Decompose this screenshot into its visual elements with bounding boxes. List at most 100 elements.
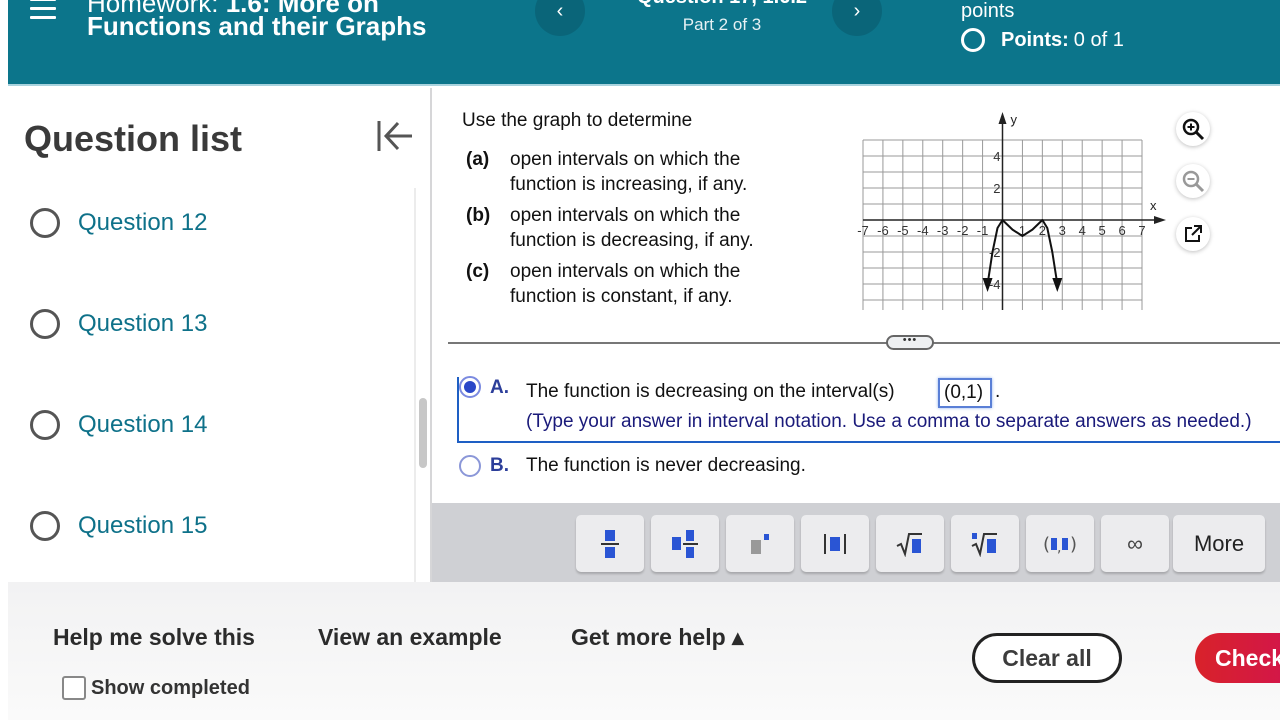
question-part-a: (a) open intervals on which the function… [466, 147, 810, 197]
choice-b-radio[interactable] [459, 455, 481, 477]
sidebar-scrollbar[interactable] [419, 398, 427, 468]
question-part-c: (c) open intervals on which the function… [466, 259, 810, 309]
x-tick-label: -4 [917, 223, 929, 238]
part-label: (b) [466, 205, 491, 226]
x-tick-label: 5 [1099, 223, 1106, 238]
question-part-b: (b) open intervals on which the function… [466, 203, 810, 253]
question-prompt: Use the graph to determine [462, 110, 693, 131]
y-tick-label: -6 [989, 309, 1001, 310]
check-answer-button[interactable]: Check answer [1195, 633, 1280, 683]
points-status: Points: 0 of 1 [961, 28, 1124, 52]
status-circle-icon [30, 309, 60, 339]
question-link[interactable]: Question 12 [78, 209, 207, 237]
previous-question-button[interactable]: ‹ [535, 0, 585, 36]
y-axis-arrow [998, 112, 1007, 124]
answer-hint: (Type your answer in interval notation. … [526, 411, 1252, 432]
x-tick-label: -1 [977, 223, 989, 238]
function-graph: xy-7-6-5-4-3-2-1123456742-2-4-6 [857, 112, 1166, 310]
y-tick-label: 4 [993, 149, 1000, 164]
x-tick-label: 7 [1138, 223, 1145, 238]
svg-text:,: , [1057, 540, 1061, 556]
choice-a-text: The function is decreasing on the interv… [526, 381, 895, 402]
choice-a-radio[interactable] [459, 376, 481, 398]
fraction-button[interactable] [576, 515, 644, 572]
choice-a-period: . [995, 381, 1001, 402]
sidebar-item-question-14[interactable]: Question 14 [30, 410, 207, 440]
math-toolbar: (,) ∞ More [432, 503, 1280, 582]
x-tick-label: 6 [1118, 223, 1125, 238]
x-tick-label: 4 [1079, 223, 1086, 238]
question-label: Question 17, 1.6.2 [602, 0, 842, 9]
infinity-button[interactable]: ∞ [1101, 515, 1169, 572]
expand-ellipsis-button[interactable]: ••• [886, 335, 934, 350]
view-example-link[interactable]: View an example [318, 624, 502, 651]
clear-all-button[interactable]: Clear all [972, 633, 1122, 683]
square-root-button[interactable] [876, 515, 944, 572]
zoom-in-button[interactable] [1176, 112, 1210, 146]
exponent-button[interactable] [726, 515, 794, 572]
question-link[interactable]: Question 13 [78, 310, 207, 338]
sidebar-item-question-15[interactable]: Question 15 [30, 511, 207, 541]
get-more-help-link[interactable]: Get more help ▴ [571, 624, 744, 651]
show-completed-label: Show completed [91, 676, 250, 699]
part-label: (a) [466, 149, 490, 170]
x-tick-label: -2 [957, 223, 969, 238]
absolute-value-icon [824, 533, 846, 554]
mixed-number-button[interactable] [651, 515, 719, 572]
points-value: 0 of 1 [1073, 28, 1124, 51]
status-circle-icon [30, 511, 60, 541]
x-tick-label: 3 [1059, 223, 1066, 238]
points-top-text: points [961, 0, 1015, 22]
chevron-left-icon: ‹ [556, 0, 564, 22]
y-tick-label: 2 [993, 181, 1000, 196]
sidebar-item-question-13[interactable]: Question 13 [30, 309, 207, 339]
sidebar-title: Question list [24, 118, 243, 159]
part-label: (c) [466, 261, 490, 282]
question-list-sidebar: Question list Question 12 Question 13 Qu… [0, 88, 430, 582]
interval-answer-input[interactable] [938, 378, 992, 408]
x-tick-label: -7 [857, 223, 869, 238]
nth-root-button[interactable] [951, 515, 1019, 572]
y-axis-label: y [1011, 112, 1018, 127]
section-divider [448, 342, 1280, 344]
points-label: Points: [1001, 28, 1069, 51]
zoom-out-icon [1182, 170, 1205, 193]
x-tick-label: -6 [877, 223, 889, 238]
part-label: Part 2 of 3 [682, 15, 762, 34]
mixed-number-icon [672, 529, 698, 558]
choice-a-letter: A. [490, 377, 509, 398]
question-link[interactable]: Question 14 [78, 411, 207, 439]
part-text: open intervals on which the function is … [510, 149, 748, 195]
zoom-out-button[interactable] [1176, 164, 1210, 198]
interval-button[interactable]: (,) [1026, 515, 1094, 572]
collapse-left-icon [377, 121, 412, 151]
choice-b-text[interactable]: The function is never decreasing. [526, 455, 806, 477]
status-circle-icon [30, 208, 60, 238]
show-completed-toggle[interactable]: Show completed [62, 676, 250, 700]
infinity-icon: ∞ [1127, 530, 1143, 556]
question-link[interactable]: Question 15 [78, 512, 207, 540]
interval-icon: (,) [1043, 534, 1077, 556]
exponent-icon [751, 533, 769, 554]
menu-icon[interactable] [30, 0, 56, 22]
part-text: open intervals on which the function is … [510, 205, 754, 251]
homework-title: Functions and their Graphs [87, 11, 427, 41]
external-link-icon [1185, 225, 1202, 242]
collapse-sidebar-button[interactable] [376, 119, 414, 153]
absolute-value-button[interactable] [801, 515, 869, 572]
radio-selected-dot [464, 381, 476, 393]
curve-arrow-right [1052, 278, 1063, 292]
x-tick-label: -5 [897, 223, 909, 238]
more-button[interactable]: More [1173, 515, 1265, 572]
show-completed-checkbox[interactable] [62, 676, 86, 700]
chevron-right-icon: › [853, 0, 861, 22]
nth-root-icon [971, 532, 997, 557]
choice-b-letter: B. [490, 455, 509, 476]
sidebar-item-question-12[interactable]: Question 12 [30, 208, 207, 238]
help-me-solve-link[interactable]: Help me solve this [53, 624, 255, 651]
sidebar-list-border [414, 188, 416, 582]
svg-text:(: ( [1043, 534, 1050, 555]
x-tick-label: -3 [937, 223, 949, 238]
x-axis-label: x [1150, 198, 1157, 213]
popout-button[interactable] [1176, 217, 1210, 251]
